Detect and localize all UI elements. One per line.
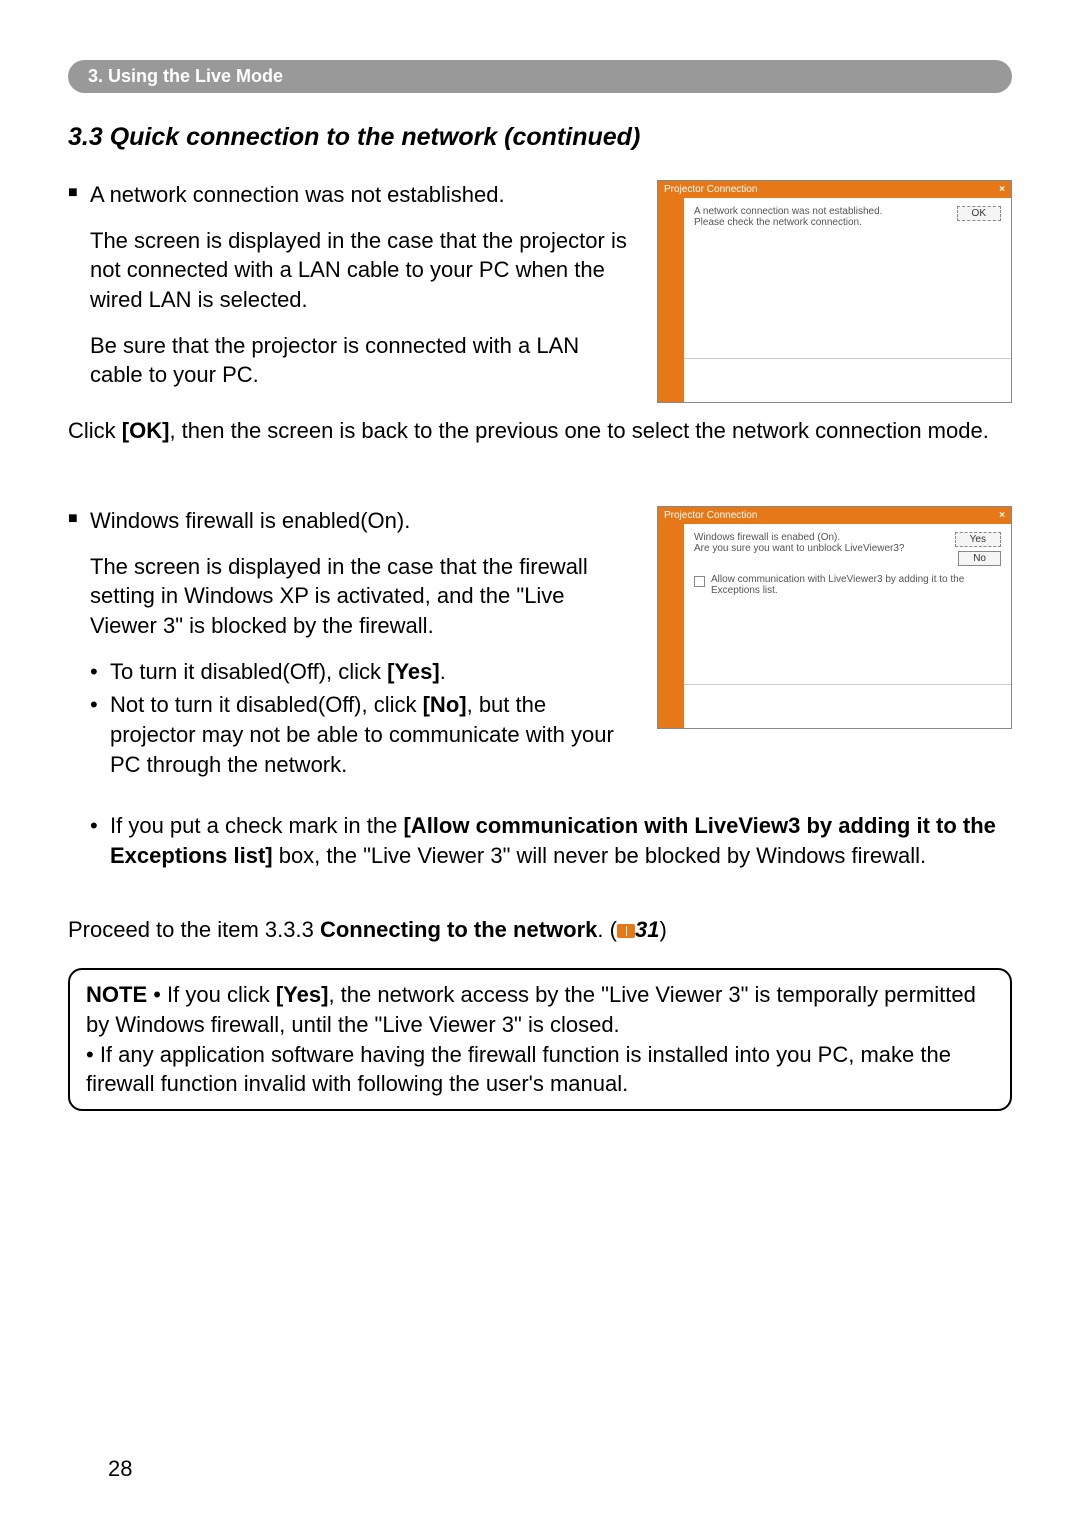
- block-2-bullet-1: To turn it disabled(Off), click [Yes].: [82, 657, 627, 687]
- proceed-bold: Connecting to the network: [320, 917, 597, 942]
- dialog-2-body: Windows firewall is enabed (On). Are you…: [684, 524, 1011, 684]
- b2-b1-post: .: [440, 659, 446, 684]
- dialog-1-footer: [684, 358, 1011, 402]
- yes-button[interactable]: Yes: [955, 532, 1001, 547]
- block-1-text: A network connection was not established…: [68, 180, 627, 406]
- dialog-1-footer-sidebar: [658, 358, 684, 402]
- block-2-text: Windows firewall is enabled(On). The scr…: [68, 506, 627, 784]
- block-1-p1: The screen is displayed in the case that…: [90, 226, 627, 315]
- close-icon[interactable]: ×: [999, 510, 1005, 521]
- dialog-2-title: Projector Connection: [664, 510, 757, 521]
- dialog-2-footer-sidebar: [658, 684, 684, 728]
- note-box: NOTE • If you click [Yes], the network a…: [68, 968, 1012, 1111]
- note-t2: • If any application software having the…: [86, 1040, 994, 1099]
- note-t1-pre: • If you click: [147, 982, 276, 1007]
- dialog-2-checkbox-label: Allow communication with LiveViewer3 by …: [711, 574, 1001, 596]
- block-2-p1: The screen is displayed in the case that…: [90, 552, 627, 641]
- dialog-2-titlebar: Projector Connection ×: [658, 507, 1011, 524]
- block-2-row: Windows firewall is enabled(On). The scr…: [68, 506, 1012, 784]
- book-icon: [617, 924, 635, 938]
- dialog-1-line1: A network connection was not established…: [694, 206, 1001, 217]
- dialog-2: Projector Connection × Windows firewall …: [657, 506, 1012, 784]
- block-2-heading: Windows firewall is enabled(On).: [68, 506, 627, 536]
- b2-b1-bold: [Yes]: [387, 659, 440, 684]
- ok-button[interactable]: OK: [957, 206, 1001, 221]
- proceed-post: . (: [597, 917, 617, 942]
- b2-b3-post: box, the "Live Viewer 3" will never be b…: [273, 843, 927, 868]
- after1-post: , then the screen is back to the previou…: [169, 418, 988, 443]
- checkbox-icon[interactable]: [694, 576, 705, 587]
- breadcrumb-header: 3. Using the Live Mode: [68, 60, 1012, 93]
- block-1-row: A network connection was not established…: [68, 180, 1012, 406]
- proceed-pre: Proceed to the item 3.3.3: [68, 917, 320, 942]
- dialog-2-sidebar: [658, 524, 684, 684]
- dialog-2-checkbox-row: Allow communication with LiveViewer3 by …: [694, 574, 1001, 596]
- breadcrumb-text: 3. Using the Live Mode: [88, 66, 283, 86]
- note-label: NOTE: [86, 982, 147, 1007]
- section-title: 3.3 Quick connection to the network (con…: [68, 123, 1012, 152]
- b2-b3-pre: If you put a check mark in the: [110, 813, 403, 838]
- dialog-1-title: Projector Connection: [664, 184, 757, 195]
- block-2-bullet-3: If you put a check mark in the [Allow co…: [82, 811, 1012, 870]
- block-1-heading: A network connection was not established…: [68, 180, 627, 210]
- dialog-1-sidebar: [658, 198, 684, 358]
- proceed-close: ): [659, 917, 666, 942]
- after1-bold: [OK]: [122, 418, 170, 443]
- dialog-2-footer: [684, 684, 1011, 728]
- b2-b2-bold: [No]: [423, 692, 467, 717]
- no-button[interactable]: No: [958, 551, 1001, 566]
- after1-pre: Click: [68, 418, 122, 443]
- block-1-p2: Be sure that the projector is connected …: [90, 331, 627, 390]
- dialog-1-titlebar: Projector Connection ×: [658, 181, 1011, 198]
- dialog-1-body: A network connection was not established…: [684, 198, 1011, 358]
- page-number: 28: [108, 1456, 132, 1482]
- dialog-1-line2: Please check the network connection.: [694, 217, 1001, 228]
- b2-b1-pre: To turn it disabled(Off), click: [110, 659, 387, 684]
- proceed-line: Proceed to the item 3.3.3 Connecting to …: [68, 915, 1012, 945]
- proceed-ref: 31: [635, 917, 659, 942]
- b2-b2-pre: Not to turn it disabled(Off), click: [110, 692, 423, 717]
- after-block-1: Click [OK], then the screen is back to t…: [68, 416, 1012, 446]
- close-icon[interactable]: ×: [999, 184, 1005, 195]
- block-2-bullet-2: Not to turn it disabled(Off), click [No]…: [82, 690, 627, 779]
- dialog-1: Projector Connection × A network connect…: [657, 180, 1012, 406]
- note-t1-bold: [Yes]: [276, 982, 329, 1007]
